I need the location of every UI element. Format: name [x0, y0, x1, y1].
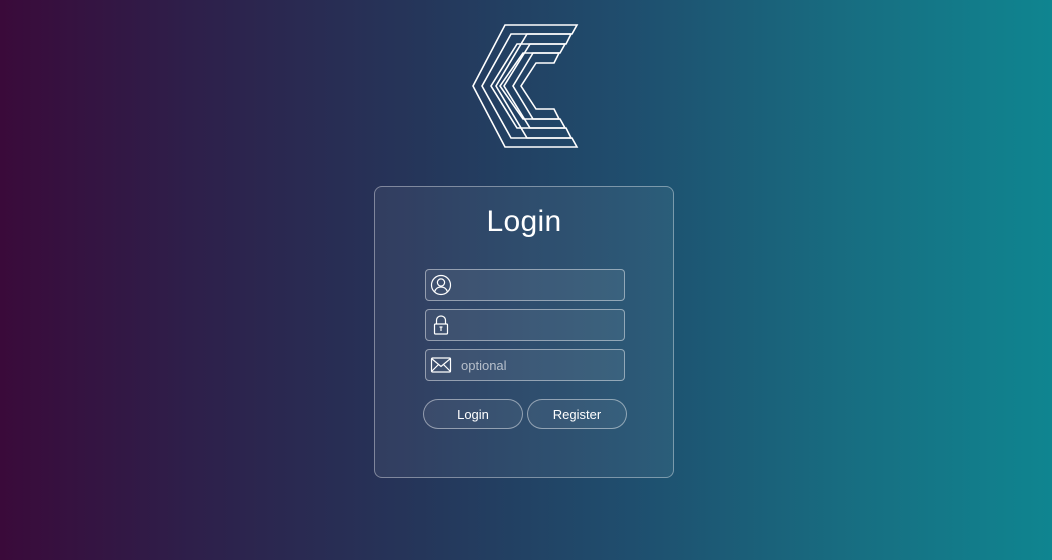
password-input[interactable] — [456, 311, 624, 339]
lock-icon — [426, 310, 456, 340]
username-input[interactable] — [456, 271, 624, 299]
email-field[interactable] — [425, 349, 625, 381]
password-field[interactable] — [425, 309, 625, 341]
register-button[interactable]: Register — [527, 399, 627, 429]
login-panel: Login optional Login Register — [374, 186, 674, 478]
email-input[interactable] — [456, 351, 624, 379]
brand-logo — [472, 24, 579, 148]
envelope-icon — [426, 350, 456, 380]
login-title: Login — [486, 205, 562, 238]
username-field[interactable] — [425, 269, 625, 301]
user-icon — [426, 270, 456, 300]
login-button[interactable]: Login — [423, 399, 523, 429]
